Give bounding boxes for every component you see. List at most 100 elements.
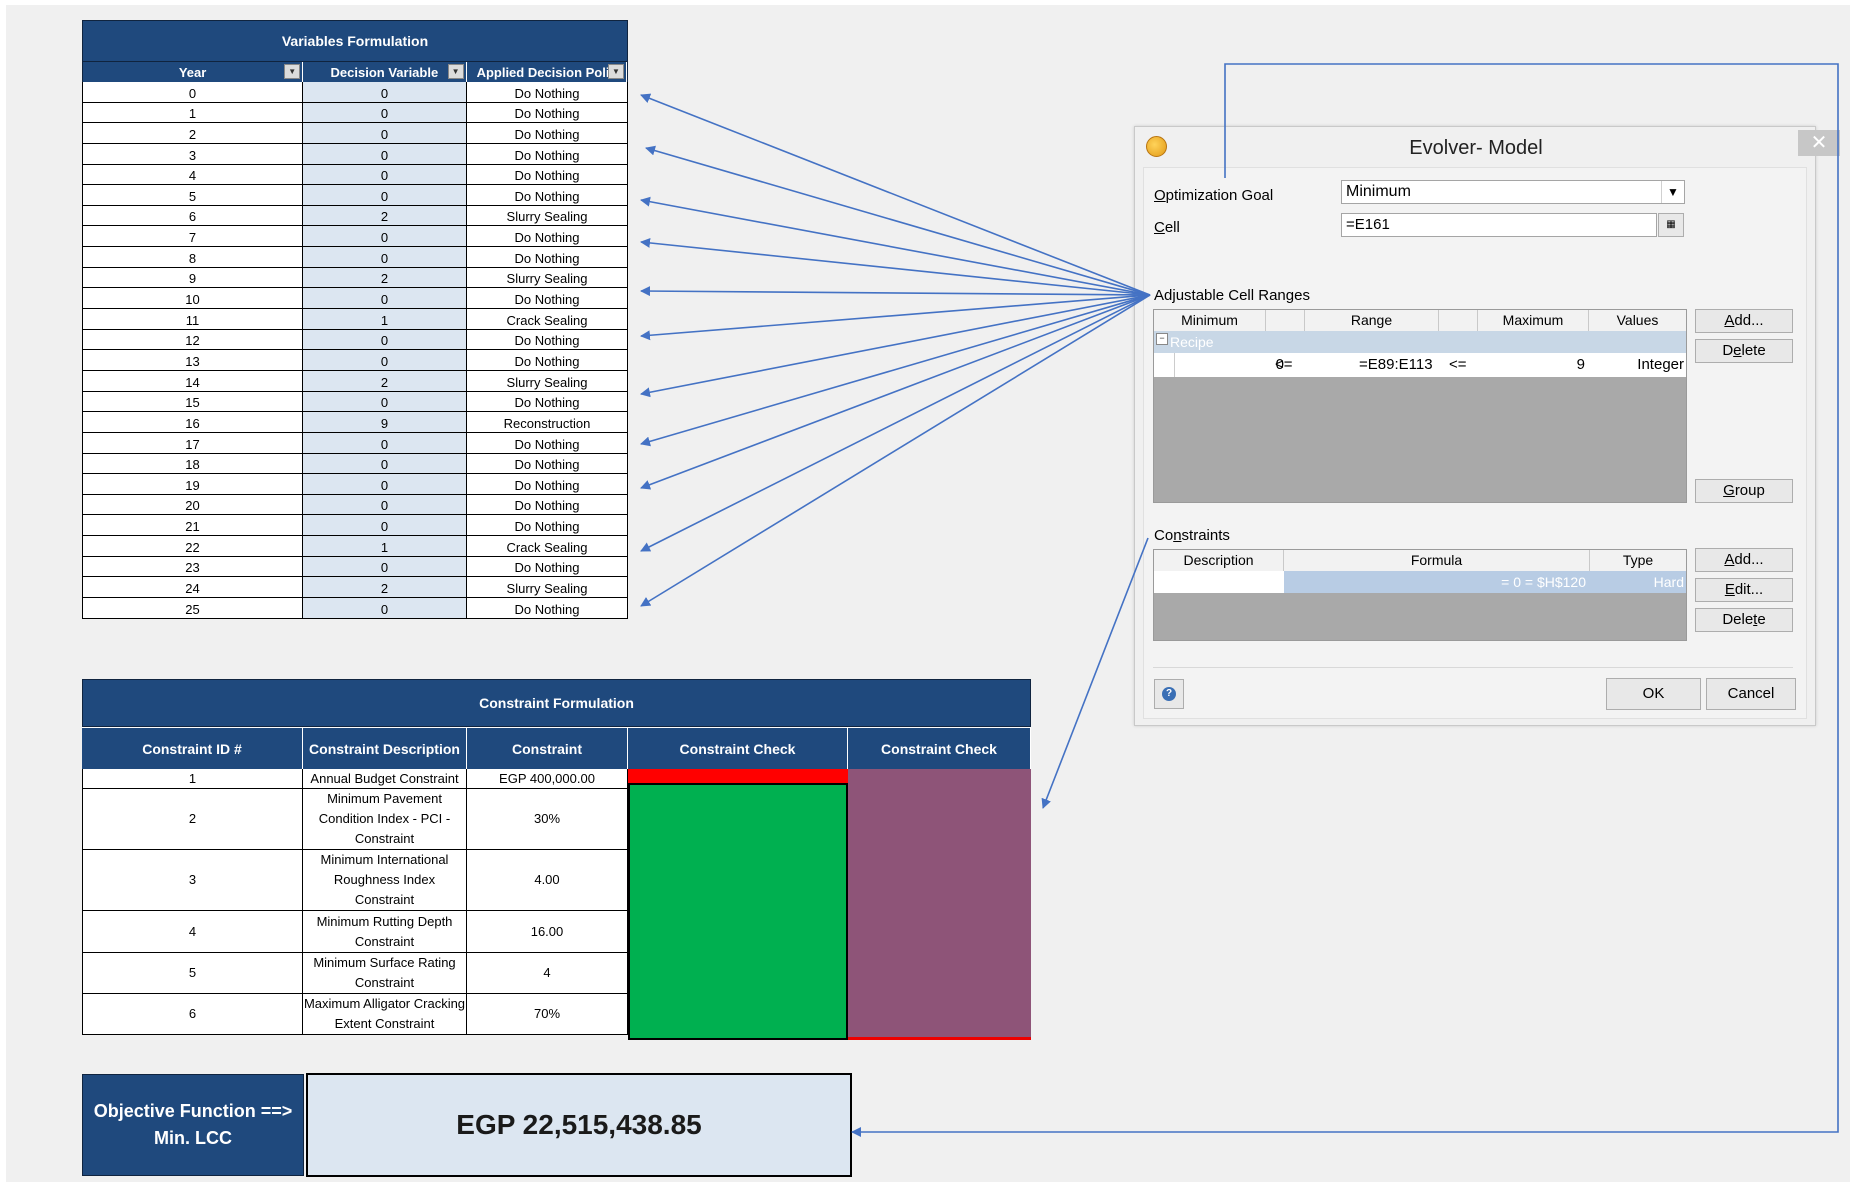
constraint-value-cell[interactable]: 4 [467,953,628,994]
applied-policy-cell[interactable]: Do Nothing [467,515,628,537]
applied-policy-cell[interactable]: Do Nothing [467,453,628,475]
adjustable-delete-button[interactable]: Delete [1695,339,1793,363]
decision-variable-cell[interactable]: 0 [303,288,467,310]
constraint-desc-cell[interactable]: Annual Budget Constraint [303,769,467,789]
year-cell[interactable]: 22 [82,536,303,557]
applied-policy-cell[interactable]: Do Nothing [467,226,628,248]
constraint-value-cell[interactable]: EGP 400,000.00 [467,769,628,789]
year-cell[interactable]: 12 [82,329,303,351]
constraint-id-cell[interactable]: 5 [82,953,303,994]
cell-input[interactable]: =E161 [1341,213,1657,237]
applied-policy-cell[interactable]: Do Nothing [467,391,628,413]
decision-variable-cell[interactable]: 1 [303,536,467,557]
applied-policy-cell[interactable]: Do Nothing [467,185,628,206]
applied-policy-cell[interactable]: Reconstruction [467,412,628,433]
year-cell[interactable]: 2 [82,123,303,144]
applied-policy-header[interactable]: Applied Decision Poli ▼ [467,62,627,82]
constraint-description-header[interactable]: Constraint Description [303,727,467,769]
decision-variable-cell[interactable]: 9 [303,412,467,433]
applied-policy-cell[interactable]: Do Nothing [467,329,628,351]
decision-variable-cell[interactable]: 0 [303,598,467,619]
year-cell[interactable]: 14 [82,370,303,392]
decision-variable-cell[interactable]: 0 [303,453,467,475]
constraint-desc-cell[interactable]: Minimum Surface Rating Constraint [303,953,467,994]
year-cell[interactable]: 24 [82,577,303,599]
group-button[interactable]: Group [1695,479,1793,503]
applied-policy-cell[interactable]: Do Nothing [467,350,628,371]
decision-variable-cell[interactable]: 0 [303,350,467,371]
year-cell[interactable]: 10 [82,288,303,310]
adj-minimum-header[interactable]: Minimum [1154,310,1266,331]
year-cell[interactable]: 20 [82,494,303,516]
decision-variable-cell[interactable]: 0 [303,164,467,186]
decision-variable-cell[interactable]: 0 [303,329,467,351]
decision-variable-cell[interactable]: 0 [303,123,467,144]
year-cell[interactable]: 15 [82,391,303,413]
filter-dropdown-icon[interactable]: ▼ [284,64,301,79]
applied-policy-cell[interactable]: Do Nothing [467,82,628,103]
applied-policy-cell[interactable]: Do Nothing [467,474,628,495]
constraint-check-header-2[interactable]: Constraint Check [848,727,1031,769]
decision-variable-cell[interactable]: 0 [303,515,467,537]
decision-variable-cell[interactable]: 0 [303,226,467,248]
constraint-value-cell[interactable]: 4.00 [467,850,628,911]
year-cell[interactable]: 25 [82,598,303,619]
applied-policy-cell[interactable]: Do Nothing [467,598,628,619]
constraint-edit-button[interactable]: Edit... [1695,578,1793,602]
constraint-id-cell[interactable]: 3 [82,850,303,911]
optimization-goal-select[interactable]: Minimum ▼ [1341,180,1685,204]
row-selector[interactable] [1154,353,1175,377]
constraint-check-cell[interactable] [628,769,848,1040]
adj-range-header[interactable]: Range [1305,310,1439,331]
year-cell[interactable]: 17 [82,432,303,454]
collapse-icon[interactable]: − [1156,333,1168,345]
adj-values-header[interactable]: Values [1589,310,1686,331]
decision-variable-cell[interactable]: 2 [303,205,467,227]
decision-variable-cell[interactable]: 0 [303,102,467,124]
year-cell[interactable]: 7 [82,226,303,248]
adj-maximum-header[interactable]: Maximum [1478,310,1589,331]
constraint-delete-button[interactable]: Delete [1695,608,1793,632]
decision-variable-cell[interactable]: 0 [303,185,467,206]
applied-policy-cell[interactable]: Do Nothing [467,556,628,578]
con-description-header[interactable]: Description [1154,550,1284,571]
year-cell[interactable]: 4 [82,164,303,186]
constraint-id-cell[interactable]: 2 [82,789,303,850]
year-header[interactable]: Year ▼ [83,62,304,82]
applied-policy-cell[interactable]: Slurry Sealing [467,577,628,599]
ok-button[interactable]: OK [1606,678,1701,710]
year-cell[interactable]: 9 [82,267,303,289]
constraint-id-header[interactable]: Constraint ID # [82,727,303,769]
decision-variable-cell[interactable]: 0 [303,432,467,454]
decision-variable-cell[interactable]: 0 [303,82,467,103]
constraint-id-cell[interactable]: 4 [82,911,303,953]
applied-policy-cell[interactable]: Do Nothing [467,102,628,124]
applied-policy-cell[interactable]: Slurry Sealing [467,205,628,227]
constraint-value-cell[interactable]: 30% [467,789,628,850]
adjustable-add-button[interactable]: Add... [1695,309,1793,333]
year-cell[interactable]: 19 [82,474,303,495]
year-cell[interactable]: 6 [82,205,303,227]
constraint-value-cell[interactable]: 70% [467,994,628,1035]
applied-policy-cell[interactable]: Do Nothing [467,288,628,310]
filter-dropdown-icon[interactable]: ▼ [447,64,464,79]
decision-variable-cell[interactable]: 0 [303,391,467,413]
constraint-check-cell-2[interactable] [848,769,1031,1040]
applied-policy-cell[interactable]: Crack Sealing [467,309,628,330]
applied-policy-cell[interactable]: Do Nothing [467,123,628,144]
year-cell[interactable]: 0 [82,82,303,103]
decision-variable-cell[interactable]: 2 [303,267,467,289]
decision-variable-cell[interactable]: 0 [303,494,467,516]
constraint-row[interactable]: = 0 = $H$120 Hard [1154,571,1686,593]
applied-policy-cell[interactable]: Do Nothing [467,494,628,516]
applied-policy-cell[interactable]: Do Nothing [467,164,628,186]
recipe-group-row[interactable]: − Recipe [1154,331,1686,353]
year-cell[interactable]: 1 [82,102,303,124]
year-cell[interactable]: 23 [82,556,303,578]
filter-dropdown-icon[interactable]: ▼ [608,64,624,79]
con-type-header[interactable]: Type [1590,550,1686,571]
year-cell[interactable]: 18 [82,453,303,475]
year-cell[interactable]: 11 [82,309,303,330]
cancel-button[interactable]: Cancel [1706,678,1796,710]
constraint-value-cell[interactable]: 16.00 [467,911,628,953]
